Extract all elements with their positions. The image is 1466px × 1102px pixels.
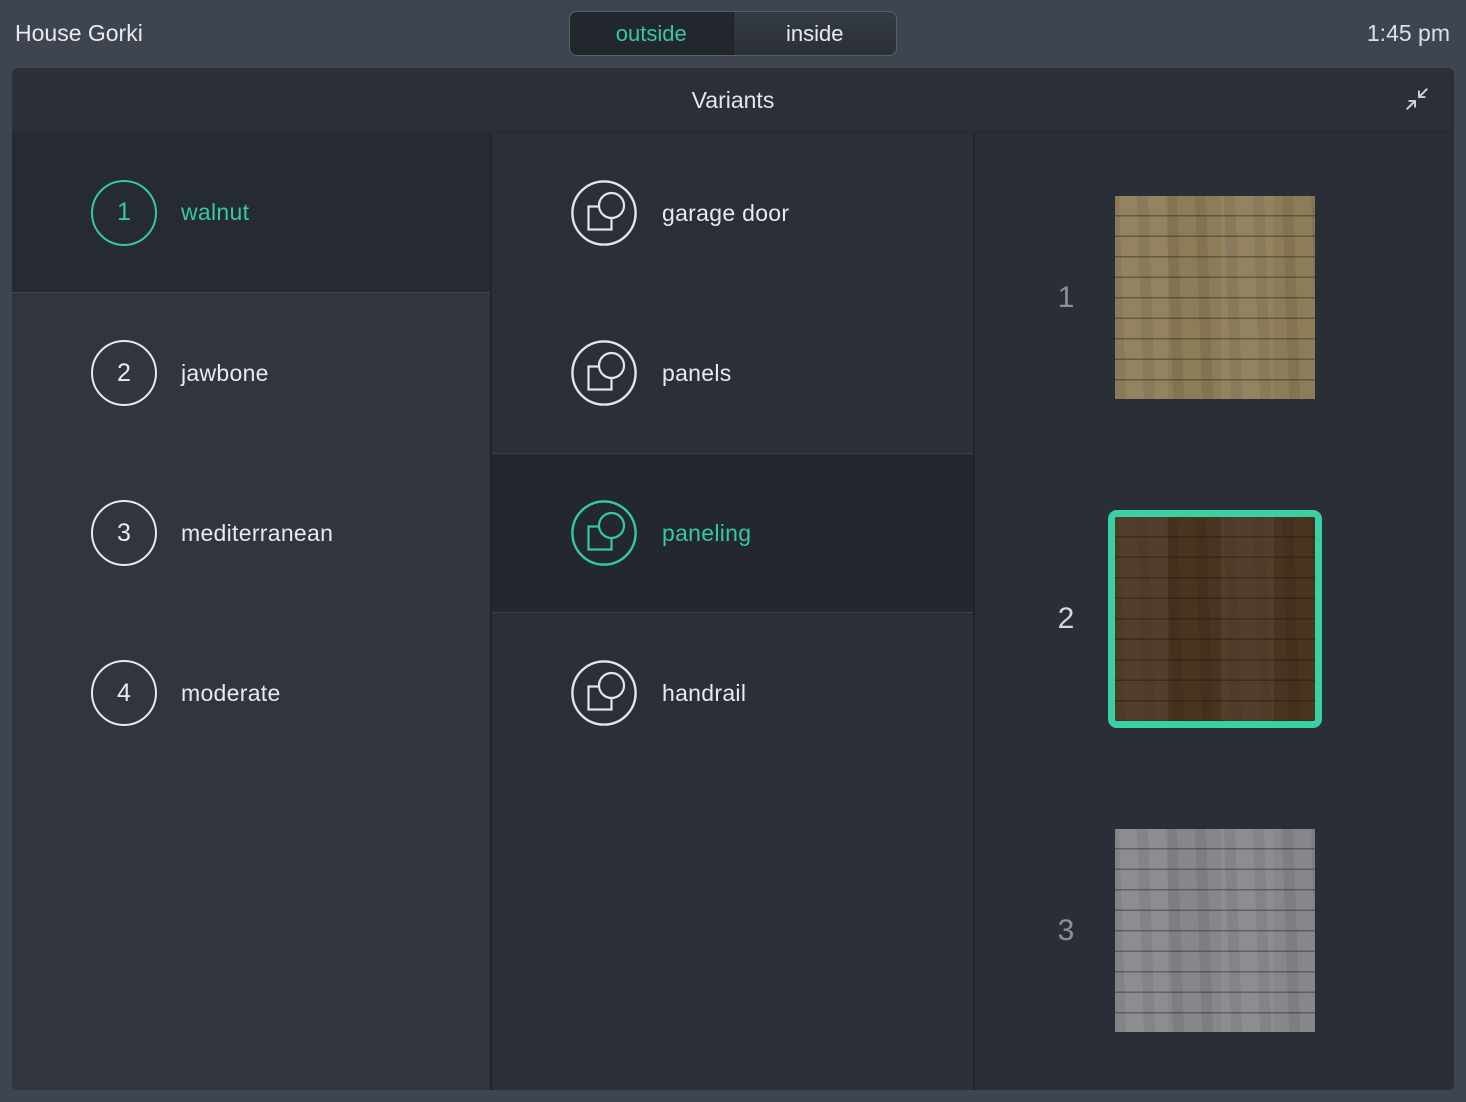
variant-number-badge: 3: [91, 500, 157, 566]
variant-number-badge: 4: [91, 660, 157, 726]
collapse-button[interactable]: [1400, 84, 1434, 118]
swatch-number: 3: [1046, 914, 1086, 948]
material-swatch-light-wood[interactable]: [1115, 196, 1315, 399]
variants-content: 1 walnut 2 jawbone 3 mediterranean 4 mod…: [12, 133, 1454, 1090]
variant-list: 1 walnut 2 jawbone 3 mediterranean 4 mod…: [12, 133, 490, 1090]
component-item-panels[interactable]: panels: [492, 293, 973, 453]
wood-texture: [1115, 517, 1315, 721]
swatch-number: 1: [1046, 281, 1086, 315]
component-label: panels: [662, 360, 732, 387]
variant-number-badge: 2: [91, 340, 157, 406]
variant-item-moderate[interactable]: 4 moderate: [12, 613, 490, 773]
variant-label: jawbone: [181, 360, 269, 387]
swatch-option-3: 3: [975, 829, 1454, 1032]
panel-title: Variants: [12, 68, 1454, 132]
component-item-paneling[interactable]: paneling: [492, 453, 973, 613]
swatch-number: 2: [1046, 602, 1086, 636]
variant-label: mediterranean: [181, 520, 333, 547]
component-label: garage door: [662, 200, 789, 227]
component-item-garage-door[interactable]: garage door: [492, 133, 973, 293]
component-label: paneling: [662, 520, 751, 547]
tab-outside[interactable]: outside: [570, 12, 733, 55]
swatch-option-2-selected: 2: [975, 510, 1454, 728]
variant-label: walnut: [181, 199, 249, 226]
wood-texture: [1115, 196, 1315, 399]
variants-panel: Variants 1 walnut 2 jawbone 3 medit: [12, 68, 1454, 1090]
collapse-arrows-icon: [1404, 86, 1430, 117]
material-swatch-list: 1 2 3: [975, 133, 1454, 1090]
material-swatch-dark-wood[interactable]: [1108, 510, 1322, 728]
shapes-material-icon: [571, 500, 637, 566]
top-bar: House Gorki outside inside 1:45 pm: [0, 0, 1466, 68]
variant-number-badge: 1: [91, 180, 157, 246]
shapes-material-icon: [571, 660, 637, 726]
variant-item-jawbone[interactable]: 2 jawbone: [12, 293, 490, 453]
component-label: handrail: [662, 680, 746, 707]
project-title: House Gorki: [15, 0, 143, 66]
inside-outside-toggle: outside inside: [569, 11, 897, 56]
wood-texture: [1115, 829, 1315, 1032]
tab-inside[interactable]: inside: [733, 12, 897, 55]
shapes-material-icon: [571, 340, 637, 406]
swatch-option-1: 1: [975, 196, 1454, 399]
variant-item-mediterranean[interactable]: 3 mediterranean: [12, 453, 490, 613]
variant-label: moderate: [181, 680, 281, 707]
component-item-handrail[interactable]: handrail: [492, 613, 973, 773]
variant-item-walnut[interactable]: 1 walnut: [12, 133, 490, 293]
clock-time: 1:45 pm: [1367, 0, 1450, 66]
shapes-material-icon: [571, 180, 637, 246]
material-swatch-gray-wood[interactable]: [1115, 829, 1315, 1032]
variants-panel-header: Variants: [12, 68, 1454, 132]
component-list: garage door panels: [492, 133, 973, 1090]
